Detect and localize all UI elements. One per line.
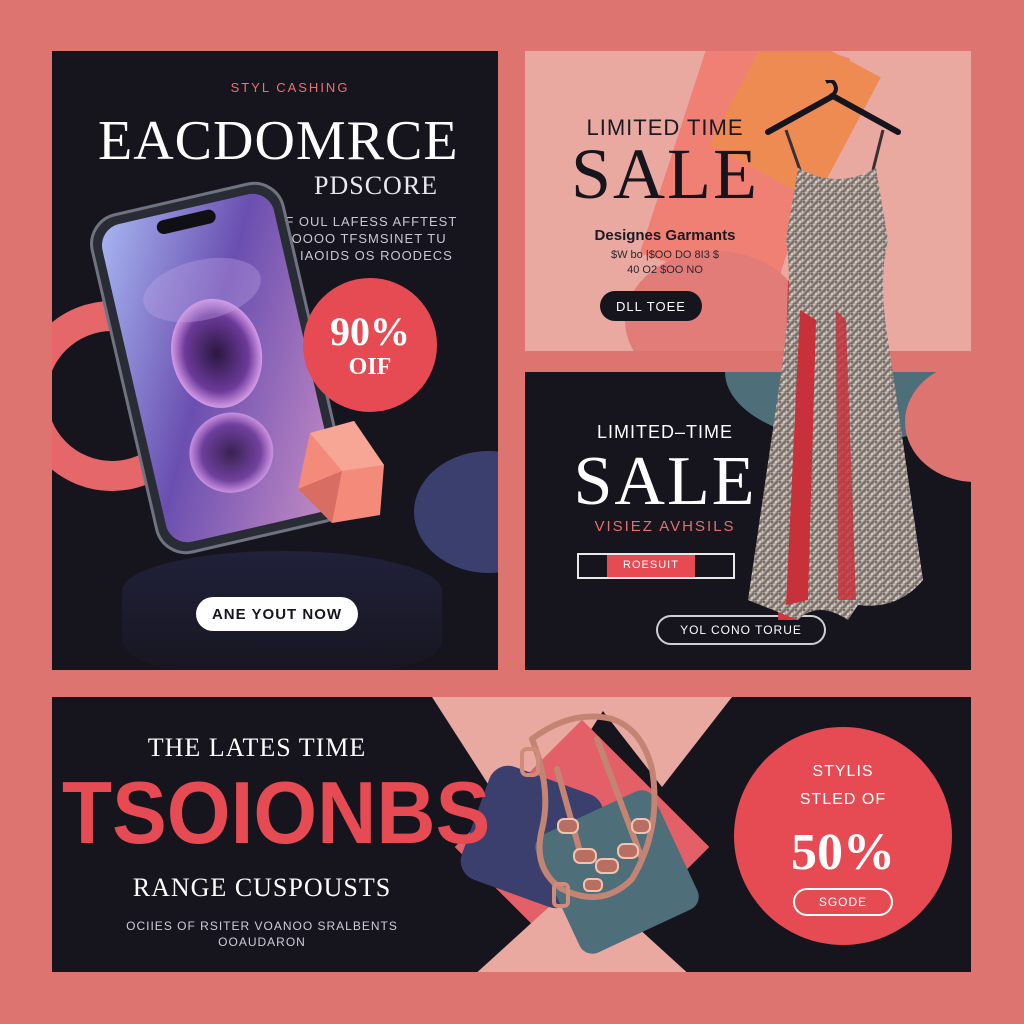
phone-promo-panel: STYL CASHING EACDOMRCE PDSCORE EYF OUL L…: [52, 51, 498, 670]
discount-circle-value: 50%: [791, 824, 895, 881]
necklace-icon: [492, 709, 702, 919]
dress-on-hanger-icon: [738, 78, 938, 630]
pink-panel-button[interactable]: DLL TOEE: [600, 291, 702, 321]
discount-badge-value: 90%: [330, 309, 410, 354]
navy-blob-decoration: [414, 451, 498, 573]
dark-panel-sale: SALE: [573, 443, 757, 520]
dark-panel-input-label: ROESUIT: [623, 559, 679, 571]
discount-circle-button[interactable]: SGODE: [793, 888, 893, 916]
tagline-line-2: POOOO TFSMSINET TU: [282, 231, 447, 246]
pink-panel-line-1: $W bo |$OO DO 8I3 $: [610, 249, 719, 261]
discount-circle-line-2: STLED OF: [799, 791, 887, 808]
discount-badge-off: OIF: [348, 354, 392, 380]
discount-circle: STYLIS STLED OF 50% SGODE: [734, 727, 952, 945]
phone-panel-title: EACDOMRCE: [98, 110, 459, 172]
pink-panel-sale: SALE: [571, 134, 759, 214]
dark-panel-input[interactable]: ROESUIT: [577, 553, 735, 579]
discount-circle-line-1: STYLIS: [812, 763, 874, 780]
discount-badge: 90% OIF: [303, 278, 437, 412]
tagline-line-3: IAOIDS OS ROODECS: [300, 248, 453, 263]
dark-panel-kicker: LIMITED–TIME: [596, 422, 733, 442]
banner-headline: TSOIONBS: [62, 764, 491, 863]
banner-footer-line-2: OOAUDARON: [218, 935, 306, 949]
eyebrow-text: STYL CASHING: [230, 80, 350, 95]
shop-now-button[interactable]: ANE YOUT NOW: [196, 597, 358, 631]
phone-panel-subtitle: PDSCORE: [314, 171, 439, 200]
banner-footer-line-1: OCIIES OF RSITER VOANOO SRALBENTS: [126, 919, 398, 933]
pink-panel-line-2: 40 O2 $OO NO: [627, 264, 703, 276]
gem-shape-icon: [292, 419, 392, 527]
banner-range: RANGE CUSPOUSTS: [132, 873, 392, 902]
dark-panel-subtitle: VISIEZ AVHSILS: [594, 518, 736, 535]
tagline-line-1: EYF OUL LAFESS AFFTEST: [266, 214, 458, 229]
bottom-banner-panel: THE LATES TIME TSOIONBS RANGE CUSPOUSTS …: [52, 697, 971, 972]
banner-kicker: THE LATES TIME: [147, 733, 367, 762]
